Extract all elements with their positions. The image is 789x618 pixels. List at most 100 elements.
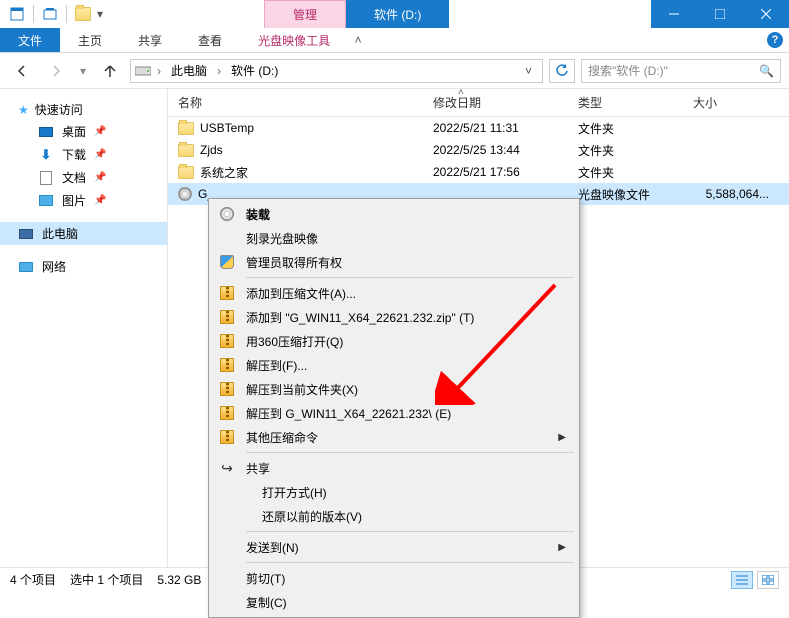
status-item-count: 4 个项目: [10, 571, 56, 588]
archive-icon: [218, 332, 236, 350]
new-folder-icon[interactable]: [39, 3, 61, 25]
file-row[interactable]: Zjds2022/5/25 13:44文件夹: [168, 139, 789, 161]
shield-icon: [218, 253, 236, 271]
ribbon-collapse-icon[interactable]: ˄: [348, 28, 368, 52]
archive-icon: [218, 380, 236, 398]
ribbon-tab-home[interactable]: 主页: [60, 28, 120, 52]
context-menu-item[interactable]: 添加到压缩文件(A)...: [212, 281, 576, 305]
column-header-size[interactable]: 大小: [683, 89, 789, 116]
breadcrumb-drive[interactable]: 软件 (D:): [227, 62, 282, 79]
recent-dropdown-icon[interactable]: ▾: [76, 57, 90, 85]
sidebar-quick-access-label: 快速访问: [35, 101, 83, 118]
sidebar-item-label: 此电脑: [42, 225, 78, 242]
context-menu-label: 刻录光盘映像: [246, 230, 318, 247]
drive-icon: [135, 64, 151, 78]
context-menu-separator: [246, 562, 574, 563]
sidebar-quick-access[interactable]: ★ 快速访问: [0, 99, 167, 120]
context-menu-label: 添加到压缩文件(A)...: [246, 285, 356, 302]
column-header-name[interactable]: 名称: [168, 89, 423, 116]
sidebar-item-desktop[interactable]: 桌面📌: [0, 120, 167, 143]
sidebar-item-downloads[interactable]: ⬇下载📌: [0, 143, 167, 166]
context-menu-label: 发送到(N): [246, 539, 299, 556]
context-menu-item[interactable]: 刻录光盘映像: [212, 226, 576, 250]
context-menu-item[interactable]: 添加到 "G_WIN11_X64_22621.232.zip" (T): [212, 305, 576, 329]
context-menu-item[interactable]: 打开方式(H): [212, 480, 576, 504]
sidebar-item-this-pc[interactable]: 此电脑: [0, 222, 167, 245]
context-menu-label: 解压到(F)...: [246, 357, 307, 374]
network-icon: [18, 260, 34, 274]
context-menu-separator: [246, 277, 574, 278]
pc-icon: [18, 227, 34, 241]
file-row[interactable]: USBTemp2022/5/21 11:31文件夹: [168, 117, 789, 139]
window-controls: [651, 0, 789, 28]
close-button[interactable]: [743, 0, 789, 28]
thumbnails-view-button[interactable]: [757, 571, 779, 589]
sidebar-item-label: 桌面: [62, 123, 86, 140]
cell-type: 文件夹: [568, 164, 683, 181]
explorer-icon: [72, 3, 94, 25]
context-menu-label: 还原以前的版本(V): [262, 508, 362, 525]
ribbon-tab-disc-tools[interactable]: 光盘映像工具: [240, 28, 348, 52]
context-menu-item[interactable]: 用360压缩打开(Q): [212, 329, 576, 353]
breadcrumb-this-pc[interactable]: 此电脑: [167, 62, 211, 79]
maximize-button[interactable]: [697, 0, 743, 28]
sidebar-item-label: 网络: [42, 258, 66, 275]
search-icon[interactable]: 🔍: [759, 64, 774, 78]
back-button[interactable]: [8, 57, 36, 85]
file-row[interactable]: 系统之家2022/5/21 17:56文件夹: [168, 161, 789, 183]
context-menu-item[interactable]: 管理员取得所有权: [212, 250, 576, 274]
chevron-right-icon[interactable]: ›: [155, 64, 163, 78]
folder-icon: [178, 166, 194, 179]
file-tab[interactable]: 文件: [0, 28, 60, 52]
minimize-button[interactable]: [651, 0, 697, 28]
column-headers: ˄ 名称 修改日期 类型 大小: [168, 89, 789, 117]
chevron-right-icon[interactable]: ›: [215, 64, 223, 78]
disc-image-icon: [178, 187, 192, 201]
cell-size: 5,588,064...: [683, 187, 789, 201]
ribbon-tab-share[interactable]: 共享: [120, 28, 180, 52]
sidebar-item-label: 下载: [62, 146, 86, 163]
cell-date: 2022/5/21 11:31: [423, 121, 568, 135]
sidebar-item-network[interactable]: 网络: [0, 255, 167, 278]
ribbon-tab-view[interactable]: 查看: [180, 28, 240, 52]
context-menu-item[interactable]: ↪共享: [212, 456, 576, 480]
share-icon: ↪: [218, 459, 236, 477]
sidebar-item-pictures[interactable]: 图片📌: [0, 189, 167, 212]
context-menu-item[interactable]: 其他压缩命令▶: [212, 425, 576, 449]
properties-icon[interactable]: [6, 3, 28, 25]
context-tab-manage[interactable]: 管理: [264, 0, 346, 28]
context-menu-item[interactable]: 复制(C): [212, 590, 576, 614]
help-button[interactable]: ?: [761, 28, 789, 52]
forward-button[interactable]: [42, 57, 70, 85]
up-button[interactable]: [96, 57, 124, 85]
details-view-button[interactable]: [731, 571, 753, 589]
context-menu-item[interactable]: 解压到(F)...: [212, 353, 576, 377]
address-dropdown-icon[interactable]: ˅: [519, 64, 538, 78]
sidebar-item-documents[interactable]: 文档📌: [0, 166, 167, 189]
file-name: USBTemp: [200, 121, 254, 135]
search-placeholder: 搜索"软件 (D:)": [588, 62, 668, 79]
context-menu-item[interactable]: 发送到(N) ▶: [212, 535, 576, 559]
pin-icon: 📌: [94, 149, 106, 160]
divider: [33, 5, 34, 23]
search-input[interactable]: 搜索"软件 (D:)" 🔍: [581, 59, 781, 83]
ribbon: 文件 主页 共享 查看 光盘映像工具 ˄ ?: [0, 28, 789, 53]
file-rows: USBTemp 2022/5/21 11:31 文件夹 Zjds2022/5/25 1…: [168, 117, 789, 205]
archive-icon: [218, 404, 236, 422]
address-bar[interactable]: › 此电脑 › 软件 (D:) ˅: [130, 59, 543, 83]
context-menu-item[interactable]: 解压到 G_WIN11_X64_22621.232\ (E): [212, 401, 576, 425]
qat-dropdown-icon[interactable]: ▾: [96, 3, 104, 25]
archive-icon: [218, 284, 236, 302]
cell-name: 系统之家: [168, 164, 423, 181]
context-menu-item[interactable]: 还原以前的版本(V): [212, 504, 576, 528]
context-menu-label: 剪切(T): [246, 570, 285, 587]
refresh-button[interactable]: [549, 59, 575, 83]
context-menu-separator: [246, 531, 574, 532]
column-header-type[interactable]: 类型: [568, 89, 683, 116]
submenu-arrow-icon: ▶: [558, 542, 576, 553]
context-menu-item[interactable]: 剪切(T): [212, 566, 576, 590]
context-menu-item[interactable]: 装载: [212, 202, 576, 226]
context-menu-item[interactable]: 解压到当前文件夹(X): [212, 377, 576, 401]
column-header-date[interactable]: 修改日期: [423, 89, 568, 116]
help-icon: ?: [767, 32, 783, 48]
